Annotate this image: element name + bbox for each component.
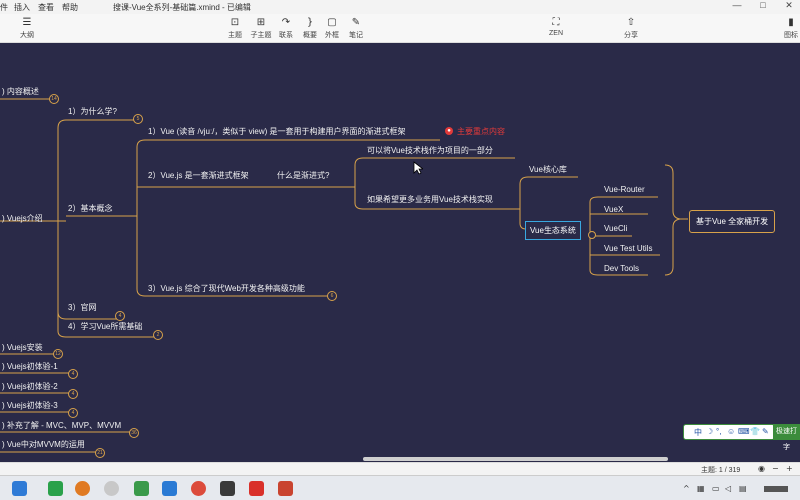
menu-insert[interactable]: 插入 [14,2,30,13]
window-title: 搜课-Vue全系列-基础篇.xmind - 已编辑 [113,3,251,12]
zoom-in-icon[interactable]: + [786,464,793,473]
topic-vuejs-intro[interactable]: ) Vuejs介绍 [2,214,43,224]
topic-core-library[interactable]: Vue核心库 [529,165,567,175]
toolbar: ☰ 大纲 ⊡ 主题 ⊞ 子主题 ↷ 联系 } 概要 ▢ 外框 ✎ 笔记 ⛶ ZE… [0,14,800,43]
mvvm-badge[interactable]: 21 [95,448,105,458]
connector-lines [0,98,688,453]
eco-vue-router[interactable]: Vue-Router [604,185,645,195]
official-site-badge[interactable]: 4 [115,311,125,321]
taskbar-xmind-icon[interactable] [278,481,293,496]
taskbar-app-4-icon[interactable] [104,481,119,496]
panel-icon: ▮ [788,17,794,28]
menu-help[interactable]: 帮助 [62,2,78,13]
status-bar: 主题: 1 / 319 ◉ − + [0,462,800,475]
topic-modern-web[interactable]: 3）Vue.js 综合了现代Web开发各种高级功能 [148,284,305,294]
topic-basic-concept[interactable]: 2）基本概念 [68,204,112,214]
eco-vuex[interactable]: VueX [604,205,623,215]
topic-mvc-mvp-mvvm[interactable]: ) 补充了解 - MVC、MVP、MVVM [2,421,121,431]
taskbar: ^ ▦ ▭ ◁ ▤ [0,475,800,500]
tray-battery-icon[interactable]: ▭ [712,484,720,493]
mouse-cursor-icon [413,161,423,175]
eco-test-utils[interactable]: Vue Test Utils [604,244,652,254]
tray-ime-icon[interactable]: ▤ [739,484,747,493]
tray-chevron-icon[interactable]: ^ [683,484,690,493]
eco-vuecli[interactable]: VueCli [604,224,627,234]
taskbar-app-9-icon[interactable] [249,481,264,496]
taskbar-app-2-icon[interactable] [48,481,63,496]
summary-fullstack[interactable]: 基于Vue 全家桶开发 [689,210,776,233]
zoom-out-icon[interactable]: − [772,464,779,473]
topic-demo-2[interactable]: ) Vuejs初体验-2 [2,382,58,392]
topic-more-business[interactable]: 如果希望更多业务用Vue技术栈实现 [367,195,493,205]
priority-marker-icon: ● [445,127,453,135]
topic-ecosystem-selected[interactable]: Vue生态系统 [525,221,581,240]
ime-tool-icon[interactable]: ✎ [762,427,769,436]
ime-keyboard-icon[interactable]: ⌨ [738,427,750,436]
ime-punct-icon[interactable]: °, [716,427,721,436]
taskbar-vscode-icon[interactable] [162,481,177,496]
tray-clock[interactable] [764,486,788,492]
priority-label[interactable]: 主要重点内容 [457,126,505,137]
demo-2-badge[interactable]: 4 [68,389,78,399]
taskbar-firefox-icon[interactable] [75,481,90,496]
zen-icon: ⛶ [552,17,560,28]
ime-extra-button[interactable]: 极速打字 [773,424,800,451]
topic-progressive-framework[interactable]: 2）Vue.js 是一套渐进式框架 [148,171,249,181]
topic-progressive-question[interactable]: 什么是渐进式? [277,171,329,181]
topic-vuejs-install[interactable]: ) Vuejs安装 [2,343,43,353]
panel-button[interactable]: ▮ 图标 [776,16,800,40]
close-button[interactable]: ✕ [778,0,800,14]
horizontal-scrollbar[interactable] [363,457,668,461]
minimize-button[interactable]: — [726,0,748,14]
ime-toolbar[interactable]: 中 ☽ °, ☺ ⌨ 👕 ✎ [683,424,775,440]
topic-part-of-project[interactable]: 可以将Vue技术栈作为项目的一部分 [367,146,493,156]
mindmap-canvas[interactable]: ) 内容概述 14 ) Vuejs介绍 ) Vuejs安装 12 ) Vuejs… [0,43,800,462]
topic-official-site[interactable]: 3）官网 [68,303,96,313]
ime-moon-icon[interactable]: ☽ [706,427,713,436]
install-badge[interactable]: 12 [53,349,63,359]
note-button[interactable]: ✎ 笔记 [341,16,371,40]
eco-dev-tools[interactable]: Dev Tools [604,264,639,274]
outline-icon: ☰ [22,17,32,28]
ime-skin-icon[interactable]: 👕 [750,427,760,436]
maximize-button[interactable]: □ [752,0,774,14]
taskbar-app-8-icon[interactable] [220,481,235,496]
topic-mvvm-usage[interactable]: ) Vue中对MVVM的运用 [2,440,85,450]
topic-why-learn[interactable]: 1）为什么学? [68,107,117,117]
share-button[interactable]: ⇧ 分享 [616,16,646,40]
collapse-toggle-icon[interactable] [588,231,596,239]
taskbar-app-5-icon[interactable] [134,481,149,496]
tray-network-icon[interactable]: ▦ [697,484,705,493]
topic-demo-3[interactable]: ) Vuejs初体验-3 [2,401,58,411]
menu-view[interactable]: 查看 [38,2,54,13]
topic-count: 主题: 1 / 319 [701,467,741,474]
modern-web-badge[interactable]: 6 [327,291,337,301]
ime-emoji-icon[interactable]: ☺ [727,427,735,436]
topic-prerequisites[interactable]: 4）学习Vue所需基础 [68,322,142,332]
topic-demo-1[interactable]: ) Vuejs初体验-1 [2,362,58,372]
ime-mode-icon[interactable]: 中 [694,427,702,438]
topic-vue-definition[interactable]: 1）Vue (读音 /vjuː/，类似于 view) 是一套用于构建用户界面的渐… [148,127,406,137]
tray-volume-icon[interactable]: ◁ [725,484,731,493]
mvc-badge[interactable]: 36 [129,428,139,438]
outline-button[interactable]: ☰ 大纲 [12,16,42,40]
menu-file[interactable]: 件 [0,2,8,13]
why-learn-badge[interactable]: 5 [133,114,143,124]
share-icon: ⇧ [626,17,636,28]
overview-badge[interactable]: 14 [49,94,59,104]
zen-button[interactable]: ⛶ ZEN [541,16,571,37]
prerequisites-badge[interactable]: 2 [153,330,163,340]
taskbar-chrome-icon[interactable] [191,481,206,496]
taskbar-app-1-icon[interactable] [12,481,27,496]
demo-1-badge[interactable]: 4 [68,369,78,379]
eye-icon[interactable]: ◉ [758,464,765,473]
topic-overview[interactable]: ) 内容概述 [2,87,39,97]
menu-bar: 件 插入 查看 帮助 搜课-Vue全系列-基础篇.xmind - 已编辑 — □… [0,0,800,14]
demo-3-badge[interactable]: 4 [68,408,78,418]
note-icon: ✎ [351,17,361,28]
